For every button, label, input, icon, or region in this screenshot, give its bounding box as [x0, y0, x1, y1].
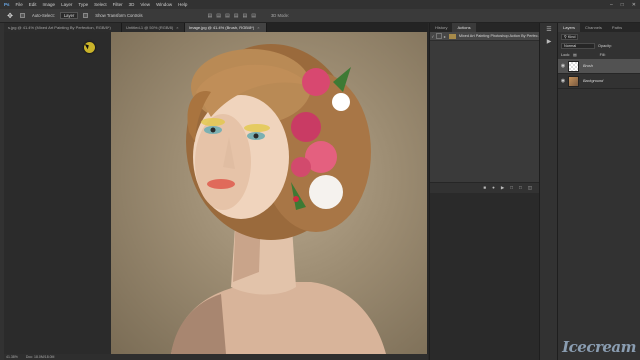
window-controls: – □ ✕ — [610, 0, 636, 9]
align-buttons: ▤ ▤ ▤ ▤ ▤ ▤ — [208, 13, 256, 19]
empty-panel-area — [430, 193, 540, 360]
play-icon[interactable]: ▶ — [501, 185, 504, 191]
auto-select-checkbox[interactable] — [20, 12, 27, 19]
align-center-icon[interactable]: ▤ — [242, 13, 247, 19]
options-bar: ✥ Auto-Select: Layer Show Transform Cont… — [0, 9, 640, 23]
actions-list: ✓ ▸ Mixed Art Painting Photoshop Action … — [430, 32, 540, 182]
doc-size: Doc: 18.0M/18.0M — [25, 355, 55, 359]
align-left-icon[interactable]: ▤ — [234, 13, 239, 19]
layer-row[interactable]: ◉ Background — [558, 74, 640, 89]
layer-thumbnail — [568, 75, 579, 87]
layer-row[interactable]: ◉ Brush — [558, 59, 640, 74]
actions-footer: ■ ● ▶ □ □ ◫ — [430, 182, 540, 192]
close-icon[interactable]: ✕ — [632, 2, 636, 8]
stop-icon[interactable]: ■ — [483, 185, 486, 190]
new-action-icon[interactable]: □ — [519, 185, 522, 190]
blend-mode-dropdown[interactable]: Normal — [561, 42, 595, 49]
history-icon[interactable]: ☰ — [540, 23, 558, 35]
trash-icon[interactable]: ◫ — [528, 185, 532, 191]
action-set-row[interactable]: ✓ ▸ Mixed Art Painting Photoshop Action … — [430, 32, 540, 41]
layer-name[interactable]: Brush — [583, 64, 593, 68]
blend-row: Normal Opacity: — [558, 41, 640, 50]
doc-tab-label: s.jpg @ 41.4% (Mixed Art Painting By Per… — [8, 25, 111, 30]
align-right-icon[interactable]: ▤ — [251, 13, 256, 19]
cursor-icon — [84, 42, 95, 53]
menu-select[interactable]: Select — [94, 0, 107, 9]
eye-icon[interactable]: ◉ — [558, 78, 568, 84]
menu-edit[interactable]: Edit — [29, 0, 37, 9]
transform-label: Show Transform Controls — [95, 13, 143, 18]
fill-label: Fill: — [599, 52, 606, 57]
watermark-logo: Icecream — [562, 338, 636, 356]
doc-tab-label: Image.jpg @ 41.4% (Brush, RGB/8*) — [189, 25, 255, 30]
app-logo: Ps — [4, 2, 10, 7]
opacity-label: Opacity: — [598, 43, 612, 48]
align-bottom-icon[interactable]: ▤ — [225, 13, 230, 19]
action-set-label: Mixed Art Painting Photoshop Action By P… — [458, 34, 540, 38]
eye-icon[interactable]: ◉ — [558, 63, 568, 69]
lock-row: Lock: ▤ Fill: — [558, 50, 640, 59]
menu-file[interactable]: File — [16, 0, 23, 9]
tab-channels[interactable]: Channels — [580, 23, 607, 32]
document-tabs: s.jpg @ 41.4% (Mixed Art Painting By Per… — [4, 23, 428, 32]
menu-help[interactable]: Help — [178, 0, 187, 9]
photoshop-window: Ps File Edit Image Layer Type Select Fil… — [0, 0, 640, 360]
auto-select-label: Auto-Select: — [32, 13, 55, 18]
menu-image[interactable]: Image — [43, 0, 56, 9]
kind-filter-label: Kind — [567, 34, 576, 39]
menu-window[interactable]: Window — [156, 0, 172, 9]
maximize-icon[interactable]: □ — [621, 2, 624, 8]
close-tab-icon[interactable]: × — [257, 25, 259, 30]
layer-filter-row: ⚲ Kind — [558, 32, 640, 41]
layers-panel-tabs: Layers Channels Paths — [558, 23, 640, 32]
3d-mode-label: 3D Mode: — [270, 13, 290, 18]
actions-panel: History Actions ✓ ▸ Mixed Art Painting P… — [429, 23, 540, 360]
layer-thumbnail — [568, 60, 579, 72]
collapsed-panels: ☰ ▶ — [539, 23, 557, 360]
lock-label: Lock: — [561, 52, 571, 57]
menu-view[interactable]: View — [140, 0, 150, 9]
kind-filter-dropdown[interactable]: ⚲ Kind — [561, 33, 579, 40]
doc-tab-active[interactable]: Image.jpg @ 41.4% (Brush, RGB/8*) × — [185, 23, 267, 32]
menu-bar: Ps File Edit Image Layer Type Select Fil… — [0, 0, 640, 9]
doc-tab[interactable]: s.jpg @ 41.4% (Mixed Art Painting By Per… — [4, 23, 122, 32]
play-icon[interactable]: ▶ — [540, 35, 558, 47]
transform-checkbox[interactable] — [83, 12, 90, 19]
doc-tab[interactable]: Untitled-1 @ 50% (RGB/8) × — [122, 23, 185, 32]
document-image[interactable] — [111, 32, 427, 354]
tab-paths[interactable]: Paths — [607, 23, 627, 32]
lock-icon[interactable]: ▤ — [573, 52, 577, 57]
actions-panel-tabs: History Actions — [430, 23, 539, 32]
dialog-toggle-icon[interactable] — [435, 33, 442, 39]
pasteboard — [4, 32, 111, 354]
tab-actions[interactable]: Actions — [452, 23, 476, 32]
status-bar: 41.38% Doc: 18.0M/18.0M — [4, 354, 428, 360]
menu-type[interactable]: Type — [78, 0, 88, 9]
portrait-image — [171, 44, 386, 354]
new-set-icon[interactable]: □ — [510, 185, 513, 190]
minimize-icon[interactable]: – — [610, 2, 613, 8]
layers-panel: Layers Channels Paths ⚲ Kind Normal Opac… — [557, 23, 640, 360]
tab-history[interactable]: History — [430, 23, 452, 32]
menu-layer[interactable]: Layer — [61, 0, 72, 9]
menu-3d[interactable]: 3D — [129, 0, 135, 9]
auto-select-dropdown[interactable]: Layer — [59, 12, 79, 19]
menu-filter[interactable]: Filter — [113, 0, 123, 9]
close-tab-icon[interactable]: × — [176, 25, 178, 30]
align-top-icon[interactable]: ▤ — [208, 13, 213, 19]
zoom-level[interactable]: 41.38% — [6, 355, 18, 359]
move-tool-icon[interactable]: ✥ — [5, 11, 15, 20]
doc-tab-label: Untitled-1 @ 50% (RGB/8) — [126, 25, 174, 30]
tab-layers[interactable]: Layers — [558, 23, 581, 32]
layer-name[interactable]: Background — [583, 79, 603, 83]
record-icon[interactable]: ● — [492, 185, 495, 190]
folder-icon — [448, 33, 456, 39]
align-middle-icon[interactable]: ▤ — [216, 13, 221, 19]
